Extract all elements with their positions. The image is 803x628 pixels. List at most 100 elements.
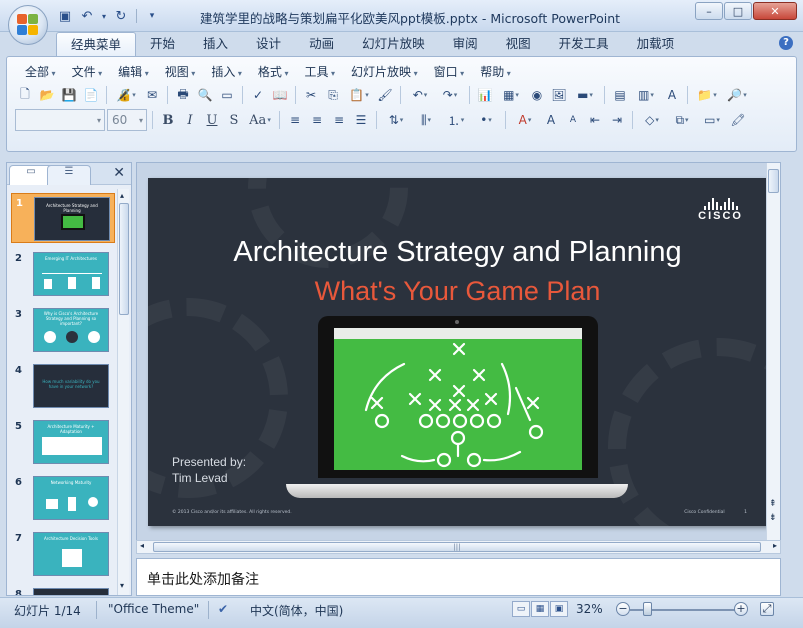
align-right-icon[interactable]: ≡ [329,110,349,130]
close-icon[interactable]: ✕ [113,165,125,181]
office-button[interactable] [8,5,48,45]
slide-thumbnail-8[interactable]: 8 [11,585,115,595]
normal-view-icon[interactable]: ▭ [512,601,530,617]
layout-icon[interactable]: ▥ [632,85,660,105]
menu-slide-show[interactable]: 幻灯片放映 [343,63,426,80]
print-icon[interactable]: 🖶 [173,85,193,105]
tab-animations[interactable]: 动画 [295,32,348,56]
tab-review[interactable]: 审阅 [439,32,492,56]
minimize-button[interactable]: – [695,2,723,20]
justify-icon[interactable]: ☰ [351,110,371,130]
align-center-icon[interactable]: ≡ [307,110,327,130]
columns-icon[interactable]: ⫼ [412,110,440,130]
language-indicator[interactable]: 中文(简体，中国) [250,602,343,619]
numbering-icon[interactable]: ⒈ [442,110,470,130]
scroll-up-icon[interactable]: ▴ [120,191,124,200]
horizontal-scrollbar[interactable]: ◂ ||| ▸ [136,540,781,554]
customize-qat-icon[interactable]: ▾ [143,7,161,25]
folder-icon[interactable]: 📁 [693,85,721,105]
spell-check-icon[interactable]: ✔ [218,602,228,616]
underline-button[interactable]: U [202,110,222,130]
menu-view[interactable]: 视图 [157,63,204,80]
undo-dropdown-icon[interactable]: ▾ [100,7,108,25]
menu-help[interactable]: 帮助 [472,63,519,80]
maximize-button[interactable]: □ [724,2,752,20]
slide-thumbnail-3[interactable]: 3 Why is Cisco's Architecture Strategy a… [11,305,115,355]
redo-icon[interactable]: ↷ [436,85,464,105]
undo-icon[interactable]: ↶ [78,7,96,25]
new-slide-icon[interactable]: ▤ [610,85,630,105]
tab-design[interactable]: 设计 [242,32,295,56]
spelling-icon[interactable]: ✓ [248,85,268,105]
slide-thumbnail-2[interactable]: 2 Emerging IT Architectures [11,249,115,299]
slide-vertical-scrollbar[interactable]: ⇞ ⇟ [766,163,780,541]
paste-icon[interactable]: 📋 [345,85,373,105]
scroll-thumb[interactable] [119,203,129,315]
scroll-thumb[interactable]: ||| [153,542,761,552]
previous-slide-icon[interactable]: ⇞ [769,499,777,509]
slide-thumbnail-5[interactable]: 5 Architecture Maturity + Adaptation [11,417,115,467]
tab-home[interactable]: 开始 [136,32,189,56]
zoom-out-icon[interactable]: − [616,602,630,616]
shadow-button[interactable]: S [224,110,244,130]
undo-icon[interactable]: ↶ [406,85,434,105]
table-icon[interactable]: ▦ [497,85,525,105]
tab-insert[interactable]: 插入 [189,32,242,56]
pdf-icon[interactable]: 📄 [81,85,101,105]
tab-developer[interactable]: 开发工具 [545,32,623,56]
text-direction-icon[interactable]: ⇅ [382,110,410,130]
zoom-in-icon[interactable]: + [734,602,748,616]
shrink-font-icon[interactable]: A [563,110,583,130]
quick-styles-icon[interactable]: ▭ [698,110,726,130]
menu-all[interactable]: 全部 [17,63,64,80]
shape-fill-icon[interactable]: 🖍 [728,110,748,130]
font-size-combo[interactable]: 60 [107,109,147,131]
font-name-combo[interactable] [15,109,105,131]
textbox-icon[interactable]: A [662,85,682,105]
fit-to-window-icon[interactable]: ⤢ [760,602,774,616]
slide-canvas[interactable]: CISCO Architecture Strategy and Planning… [148,178,767,526]
decrease-indent-icon[interactable]: ⇤ [585,110,605,130]
menu-window[interactable]: 窗口 [426,63,473,80]
tab-view[interactable]: 视图 [492,32,545,56]
redo-icon[interactable]: ↻ [112,7,130,25]
zoom-slider-knob[interactable] [643,602,652,616]
tab-slide-show[interactable]: 幻灯片放映 [348,32,439,56]
thumbnails-scrollbar[interactable]: ▴ ▾ [117,189,129,595]
arrange-icon[interactable]: ⧉ [668,110,696,130]
menu-format[interactable]: 格式 [250,63,297,80]
font-color-icon[interactable]: A [511,110,539,130]
page-icon[interactable]: ▭ [217,85,237,105]
new-icon[interactable]: 🗋 [15,85,35,105]
picture-icon[interactable]: 🖼 [549,85,569,105]
scroll-right-icon[interactable]: ▸ [773,541,777,550]
research-icon[interactable]: 📖 [270,85,290,105]
permission-icon[interactable]: 🔏 [112,85,140,105]
print-preview-icon[interactable]: 🔍 [195,85,215,105]
notes-pane[interactable]: 单击此处添加备注 [136,558,781,596]
close-button[interactable]: ✕ [753,2,797,20]
menu-insert[interactable]: 插入 [203,63,250,80]
slide-thumbnail-7[interactable]: 7 Architecture Decision Tools [11,529,115,579]
shapes-icon[interactable]: ◇ [638,110,666,130]
bullets-icon[interactable]: • [472,110,500,130]
zoom-level[interactable]: 32% [576,602,603,616]
clipart-icon[interactable]: ◉ [527,85,547,105]
align-left-icon[interactable]: ≡ [285,110,305,130]
copy-icon[interactable]: ⎘ [323,85,343,105]
menu-tools[interactable]: 工具 [296,63,343,80]
increase-indent-icon[interactable]: ⇥ [607,110,627,130]
grow-font-icon[interactable]: A [541,110,561,130]
slide-sorter-icon[interactable]: ▦ [531,601,549,617]
save-icon[interactable]: 💾 [59,85,79,105]
slide-thumbnail-6[interactable]: 6 Networking Maturity [11,473,115,523]
tab-classic-menu[interactable]: 经典菜单 [56,32,137,56]
format-painter-icon[interactable]: 🖌 [375,85,395,105]
menu-edit[interactable]: 编辑 [110,63,157,80]
find-icon[interactable]: 🔎 [723,85,751,105]
slide-thumbnail-1[interactable]: 1 Architecture Strategy and Planning [11,193,115,243]
save-icon[interactable]: ▣ [56,7,74,25]
change-case-button[interactable]: Aa [246,110,274,130]
help-icon[interactable]: ? [779,36,793,50]
menu-file[interactable]: 文件 [64,63,111,80]
